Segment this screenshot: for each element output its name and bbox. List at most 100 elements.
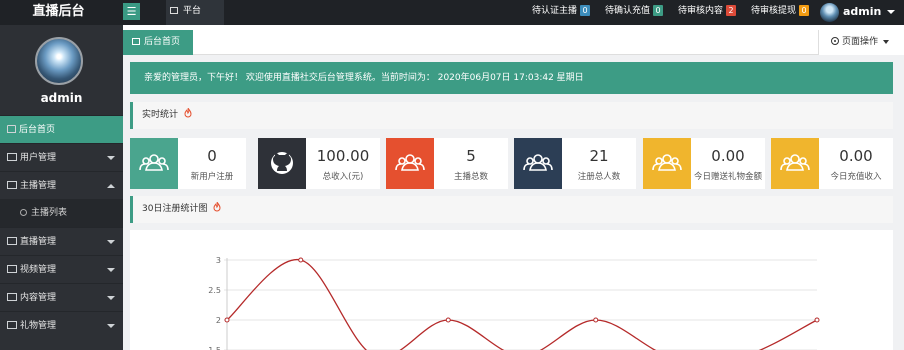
users-icon — [771, 138, 819, 189]
sidebar-item-label: 视频管理 — [20, 265, 57, 275]
pending-anchor-verify[interactable]: 待认证主播 0 — [532, 0, 591, 25]
stat-label: 总收入(元) — [322, 172, 364, 182]
chevron-down-icon — [107, 324, 115, 328]
sidebar-item-label: 用户管理 — [20, 153, 57, 163]
sidebar-username: admin — [40, 91, 83, 105]
monitor-icon — [170, 7, 178, 14]
realtime-stats-header: 实时统计 — [130, 102, 893, 129]
users-icon — [643, 138, 691, 189]
chevron-down-icon — [887, 10, 896, 14]
data-point[interactable] — [445, 317, 451, 323]
brand-title: 直播后台 — [32, 4, 85, 19]
pending-badge: 0 — [580, 5, 591, 16]
stat-value: 100.00 — [316, 147, 370, 165]
stat-card-anchor-count: 5 主播总数 — [386, 138, 508, 189]
line-chart: 3 2.5 2 1.5 — [208, 256, 820, 350]
sidebar-item-video[interactable]: 视频管理 — [0, 255, 123, 283]
stat-label: 主播总数 — [453, 172, 488, 182]
section-title: 实时统计 — [142, 110, 179, 120]
chevron-down-icon — [107, 268, 115, 272]
pending-label: 待审核内容 — [678, 6, 724, 16]
top-tab-label: 平台 — [183, 6, 202, 16]
y-tick-label: 1.5 — [208, 346, 221, 350]
chevron-down-icon — [107, 296, 115, 300]
sidebar-item-label: 内容管理 — [20, 293, 57, 303]
user-card-icon — [7, 237, 17, 245]
pending-badge: 2 — [726, 5, 737, 16]
data-point[interactable] — [298, 257, 304, 263]
user-name: admin — [843, 5, 882, 18]
sidebar-item-label: 主播列表 — [31, 208, 68, 218]
registration-chart-header: 30日注册统计图 — [130, 196, 893, 223]
sidebar-item-gifts[interactable]: 礼物管理 — [0, 311, 123, 339]
stat-card-recharge-today: 0.00 今日充值收入 — [771, 138, 893, 189]
sidebar: admin 后台首页 用户管理 主播管理 主播列表 直播管理 视频管理 内容管理… — [0, 25, 123, 350]
users-icon — [514, 138, 562, 189]
stat-value: 0.00 — [711, 147, 745, 165]
chevron-up-icon — [107, 184, 115, 188]
sidebar-item-label: 直播管理 — [20, 237, 57, 247]
sidebar-item-label: 礼物管理 — [20, 321, 57, 331]
user-menu[interactable]: admin — [820, 2, 896, 23]
fire-icon — [184, 108, 192, 118]
users-icon — [130, 138, 178, 189]
pending-withdraw-review[interactable]: 待审核提现 0 — [751, 0, 810, 25]
stat-value: 5 — [466, 147, 476, 165]
data-point[interactable] — [814, 317, 820, 323]
stat-value: 21 — [589, 147, 609, 165]
sidebar-item-label: 后台首页 — [19, 125, 56, 135]
users-icon — [386, 138, 434, 189]
user-card-icon — [7, 181, 17, 189]
chevron-down-icon — [883, 39, 890, 44]
top-bar: 直播后台 ☰ 平台 待认证主播 0 待确认充值 0 待审核内容 2 待审核提现 0 ad… — [0, 0, 904, 25]
content-icon — [7, 293, 17, 301]
welcome-banner: 亲爱的管理员，下午好！ 欢迎使用直播社交后台管理系统。当前时间为： 2020年0… — [130, 62, 893, 94]
series-line — [226, 259, 818, 350]
page-ops-label: 页面操作 — [842, 37, 879, 47]
stat-label: 注册总人数 — [577, 172, 621, 182]
stat-value: 0.00 — [839, 147, 873, 165]
stat-card-gift-amount-today: 0.00 今日赠送礼物金额 — [643, 138, 765, 189]
y-tick-label: 2 — [216, 316, 221, 325]
chevron-down-icon — [107, 156, 115, 160]
chevron-down-icon — [107, 240, 115, 244]
stat-card-total-income: 100.00 总收入(元) — [258, 138, 380, 189]
sidebar-item-anchors[interactable]: 主播管理 — [0, 171, 123, 199]
y-tick-label: 2.5 — [208, 286, 221, 295]
avatar — [820, 2, 839, 22]
y-tick-label: 3 — [216, 256, 221, 265]
section-title: 30日注册统计图 — [142, 204, 208, 214]
page-operations-dropdown[interactable]: 页面操作 — [818, 30, 904, 55]
sidebar-subitem-anchor-list[interactable]: 主播列表 — [0, 199, 123, 227]
stat-card-new-users: 0 新用户注册 — [130, 138, 246, 189]
top-tab-platform[interactable]: 平台 — [166, 0, 224, 25]
target-icon — [831, 37, 839, 45]
gear-icon — [20, 209, 27, 216]
home-icon — [132, 38, 140, 45]
stat-label: 今日赠送礼物金额 — [693, 172, 762, 182]
sidebar-item-content[interactable]: 内容管理 — [0, 283, 123, 311]
pending-content-review[interactable]: 待审核内容 2 — [678, 0, 737, 25]
sidebar-item-label: 主播管理 — [20, 181, 57, 191]
sidebar-profile: admin — [0, 25, 123, 115]
stat-card-registered-total: 21 注册总人数 — [514, 138, 636, 189]
hamburger-menu-icon[interactable]: ☰ — [123, 3, 140, 20]
sidebar-item-home[interactable]: 后台首页 — [0, 115, 123, 143]
stat-label: 新用户注册 — [190, 172, 234, 182]
pending-label: 待确认充值 — [605, 6, 651, 16]
sidebar-item-live[interactable]: 直播管理 — [0, 227, 123, 255]
tab-home[interactable]: 后台首页 — [123, 30, 193, 55]
avatar — [35, 37, 83, 85]
pending-badge: 0 — [799, 5, 810, 16]
pending-label: 待审核提现 — [751, 6, 797, 16]
sidebar-item-users[interactable]: 用户管理 — [0, 143, 123, 171]
fire-icon — [213, 202, 221, 212]
pending-label: 待认证主播 — [532, 6, 578, 16]
data-point[interactable] — [224, 317, 230, 323]
data-point[interactable] — [593, 317, 599, 323]
content-tab-bar: 后台首页 页面操作 — [123, 25, 904, 55]
stat-label: 今日充值收入 — [830, 172, 882, 182]
user-card-icon — [7, 153, 17, 161]
pending-badge: 0 — [653, 5, 664, 16]
pending-recharge-confirm[interactable]: 待确认充值 0 — [605, 0, 664, 25]
